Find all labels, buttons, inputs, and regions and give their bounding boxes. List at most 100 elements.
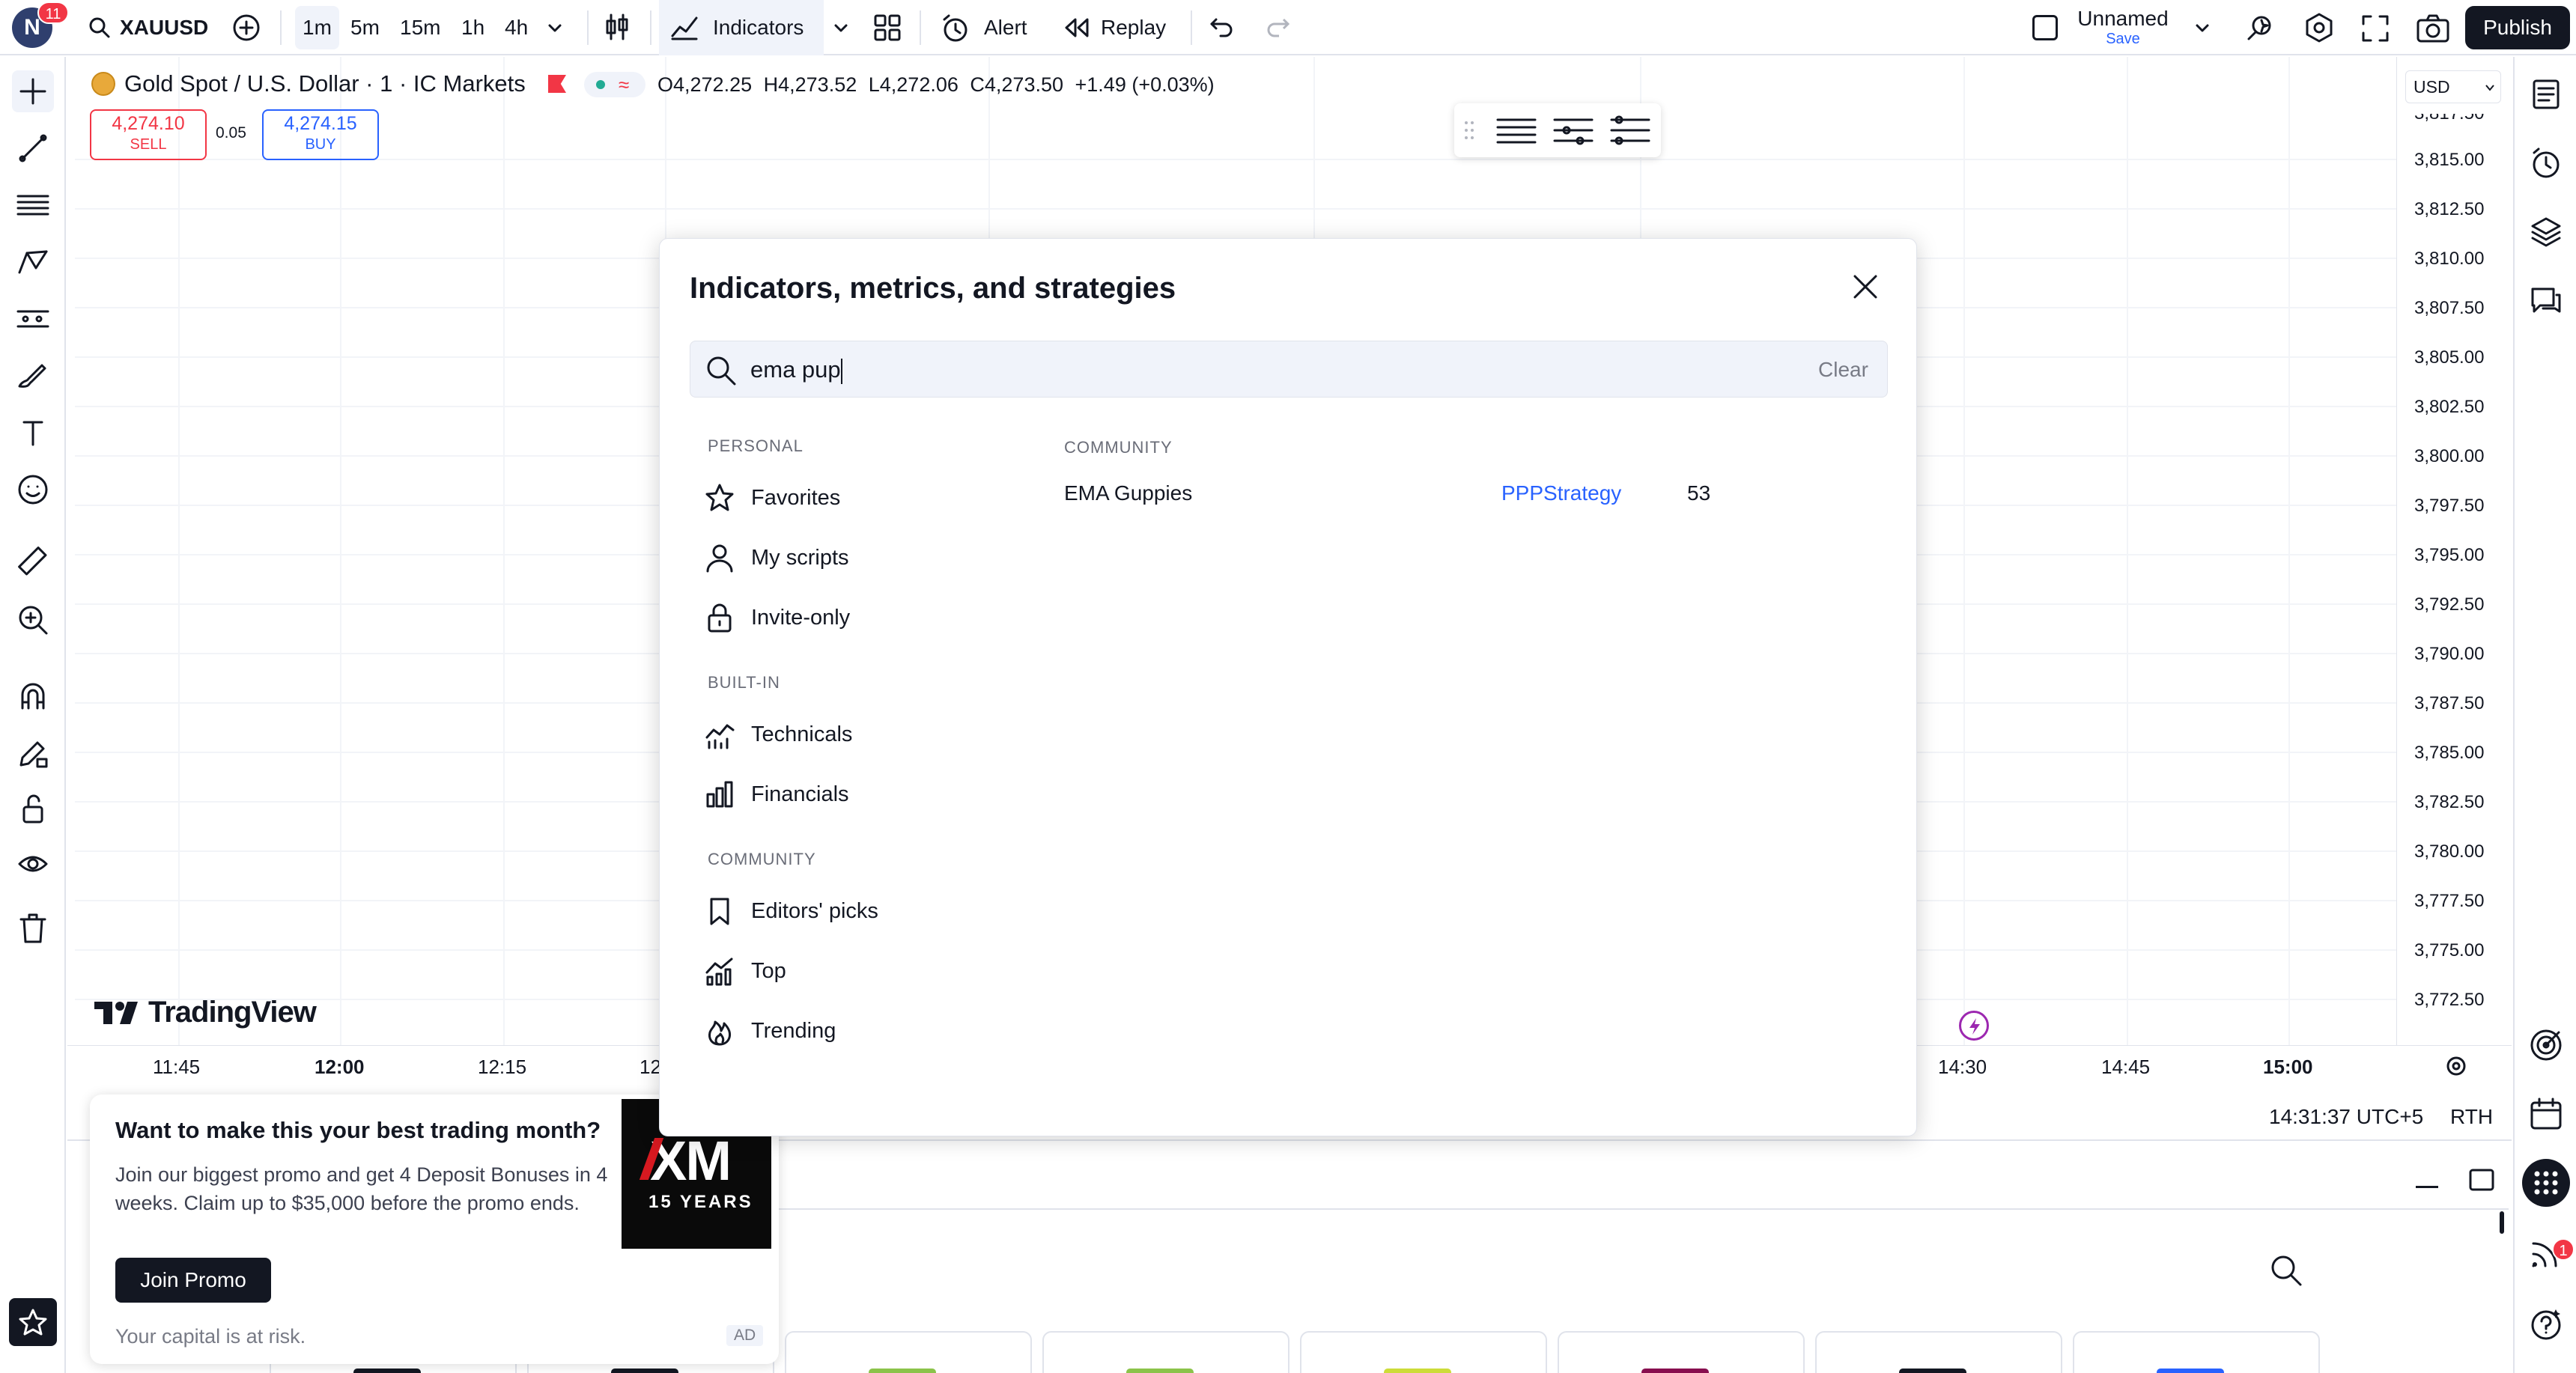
idea-card[interactable] xyxy=(785,1331,1032,1373)
timeframe-5m[interactable]: 5m xyxy=(343,6,387,49)
idea-card-thumbnail xyxy=(353,1369,421,1373)
nav-trending[interactable]: Trending xyxy=(703,1008,836,1053)
nav-financials[interactable]: Financials xyxy=(703,772,849,817)
camera-icon[interactable] xyxy=(2416,13,2450,43)
eye-icon xyxy=(18,856,48,872)
text-icon xyxy=(22,421,43,446)
redo-icon[interactable] xyxy=(1266,16,1291,39)
chevron-down-icon[interactable] xyxy=(2194,19,2211,36)
zoom-tool[interactable] xyxy=(12,599,54,641)
chart-settings-icon[interactable] xyxy=(2444,1054,2468,1078)
emoji-tool[interactable] xyxy=(12,469,54,511)
result-author[interactable]: PPPStrategy xyxy=(1501,481,1621,505)
sell-button[interactable]: 4,274.10 SELL xyxy=(90,109,207,160)
buy-button[interactable]: 4,274.15 BUY xyxy=(262,109,379,160)
maximize-panel-icon[interactable] xyxy=(2468,1168,2495,1192)
technicals-chart-icon xyxy=(705,724,735,749)
search-icon[interactable] xyxy=(2269,1253,2303,1288)
nav-technicals[interactable]: Technicals xyxy=(703,712,852,757)
candles-icon[interactable] xyxy=(604,12,631,42)
brush-tool[interactable] xyxy=(12,355,54,397)
remove-drawings-tool[interactable] xyxy=(12,907,54,949)
star-icon xyxy=(705,484,734,511)
calendar-button[interactable] xyxy=(2525,1093,2567,1135)
clear-search-button[interactable]: Clear xyxy=(1818,341,1868,398)
dialog-title: Indicators, metrics, and strategies xyxy=(690,272,1176,305)
clock-readout[interactable]: 14:31:37 UTC+5 xyxy=(2269,1105,2423,1129)
time-label: 12 xyxy=(640,1056,661,1078)
session-label[interactable]: RTH xyxy=(2450,1105,2493,1129)
trend-line-tool[interactable] xyxy=(12,127,54,169)
drag-handle-icon[interactable] xyxy=(1463,120,1475,141)
event-marker[interactable] xyxy=(1959,1011,1989,1041)
timeframe-1m[interactable]: 1m xyxy=(295,6,339,49)
nav-label: Technicals xyxy=(751,722,853,746)
quick-search-icon[interactable] xyxy=(2245,12,2276,43)
magnet-tool[interactable] xyxy=(12,675,54,717)
search-input[interactable]: ema pup xyxy=(750,341,842,398)
publish-button[interactable]: Publish xyxy=(2465,6,2570,49)
ideas-button[interactable] xyxy=(2525,1024,2567,1066)
grid-line xyxy=(1963,57,1965,1045)
help-button[interactable] xyxy=(2525,1303,2567,1345)
ruler-tool[interactable] xyxy=(12,541,54,582)
products-button[interactable] xyxy=(2522,1159,2570,1207)
alerts-button[interactable] xyxy=(2525,142,2567,184)
nav-top[interactable]: Top xyxy=(703,949,786,993)
crosshair-tool[interactable] xyxy=(12,70,54,112)
idea-card[interactable] xyxy=(1042,1331,1289,1373)
panel-scrollbar[interactable] xyxy=(2500,1211,2504,1234)
nav-invite-only[interactable]: Invite-only xyxy=(703,595,850,640)
search-box[interactable]: ema pup Clear xyxy=(690,341,1888,398)
minimize-panel-icon[interactable] xyxy=(2416,1186,2438,1188)
currency-select[interactable]: USD xyxy=(2405,70,2501,103)
nav-label: Top xyxy=(751,958,786,983)
undo-icon[interactable] xyxy=(1209,16,1234,39)
layouts-grid-icon[interactable] xyxy=(873,13,902,42)
hide-drawings-tool[interactable] xyxy=(12,843,54,885)
projection-tool[interactable] xyxy=(12,298,54,340)
nav-editors-picks[interactable]: Editors' picks xyxy=(703,889,878,934)
level-visibility-icon[interactable] xyxy=(1610,115,1650,145)
layout-name-button[interactable]: Unnamed Save xyxy=(2074,6,2172,51)
layout-checkbox[interactable] xyxy=(2032,15,2058,40)
indicators-button[interactable]: Indicators xyxy=(659,0,824,55)
close-icon[interactable] xyxy=(1849,270,1882,303)
chevron-down-icon[interactable] xyxy=(833,19,849,36)
chats-button[interactable] xyxy=(2525,280,2567,322)
settings-gear-icon[interactable] xyxy=(2303,12,2335,43)
replay-button[interactable]: Replay xyxy=(1062,0,1174,55)
symbol-logo xyxy=(91,72,115,96)
fib-tool[interactable] xyxy=(12,184,54,226)
fullscreen-icon[interactable] xyxy=(2360,13,2390,43)
compare-add-icon[interactable] xyxy=(232,13,261,42)
idea-card[interactable] xyxy=(1815,1331,2062,1373)
timeframe-1h[interactable]: 1h xyxy=(454,6,492,49)
text-tool[interactable] xyxy=(12,412,54,454)
idea-card[interactable] xyxy=(1558,1331,1805,1373)
timeframe-15m[interactable]: 15m xyxy=(392,6,448,49)
price-label: 3,797.50 xyxy=(2414,496,2485,516)
chevron-down-icon[interactable] xyxy=(547,19,563,36)
chart-legend-title[interactable]: Gold Spot / U.S. Dollar · 1 · IC Markets xyxy=(124,70,526,97)
symbol-search[interactable]: XAUUSD xyxy=(84,0,219,55)
floating-object-toolbar xyxy=(1454,103,1661,157)
alert-button[interactable]: Alert xyxy=(938,0,1042,55)
watchlist-button[interactable] xyxy=(2525,73,2567,115)
horizontal-lines-icon[interactable] xyxy=(1496,115,1537,145)
idea-card[interactable] xyxy=(2073,1331,2320,1373)
idea-card[interactable] xyxy=(1300,1331,1547,1373)
market-status-pill[interactable]: ≈ xyxy=(584,72,645,97)
object-tree-button[interactable] xyxy=(2525,211,2567,253)
favorites-tool[interactable] xyxy=(9,1298,57,1346)
pattern-tool[interactable] xyxy=(12,241,54,283)
result-row[interactable]: EMA Guppies PPPStrategy 53 xyxy=(1057,471,1895,519)
lock-drawings-tool[interactable] xyxy=(12,788,54,829)
nav-my-scripts[interactable]: My scripts xyxy=(703,535,849,580)
draw-mode-tool[interactable] xyxy=(12,732,54,774)
level-settings-icon[interactable] xyxy=(1553,115,1594,145)
join-promo-button[interactable]: Join Promo xyxy=(115,1258,271,1303)
nav-favorites[interactable]: Favorites xyxy=(703,475,840,520)
price-label: 3,787.50 xyxy=(2414,693,2485,713)
timeframe-4h[interactable]: 4h xyxy=(497,6,535,49)
